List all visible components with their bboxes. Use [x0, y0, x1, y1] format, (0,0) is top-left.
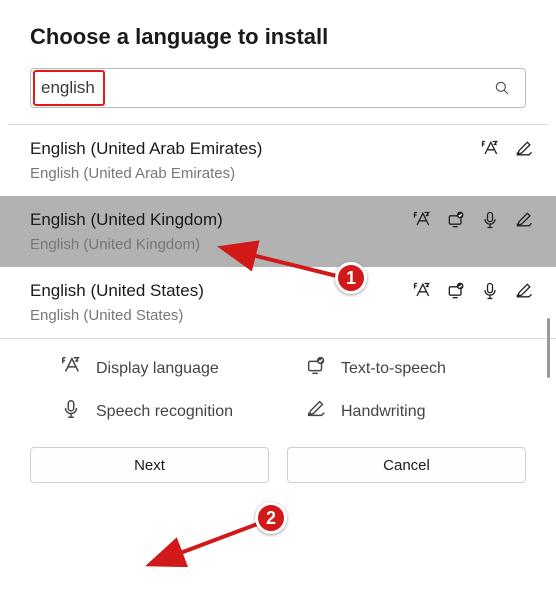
speech-recognition-icon	[480, 210, 500, 230]
display-language-icon	[412, 281, 432, 301]
text-to-speech-icon	[446, 281, 466, 301]
feature-legend: Display language Text-to-speech Speech r…	[0, 339, 556, 437]
legend-display: Display language	[60, 355, 281, 382]
item-secondary: English (United Kingdom)	[30, 236, 534, 253]
search-box[interactable]	[30, 68, 526, 108]
item-secondary: English (United Arab Emirates)	[30, 165, 534, 182]
legend-speech: Speech recognition	[60, 398, 281, 425]
handwriting-icon	[305, 398, 327, 425]
display-language-icon	[412, 210, 432, 230]
search-icon	[479, 79, 525, 97]
handwriting-icon	[514, 210, 534, 230]
legend-handwriting: Handwriting	[305, 398, 526, 425]
display-language-icon	[480, 139, 500, 159]
legend-label: Display language	[96, 360, 219, 378]
text-to-speech-icon	[305, 355, 327, 382]
item-primary: English (United States)	[30, 281, 412, 301]
list-item[interactable]: English (United Kingdom) English (United…	[0, 196, 556, 267]
language-list: English (United Arab Emirates) English (…	[0, 125, 556, 339]
legend-label: Text-to-speech	[341, 360, 446, 378]
handwriting-icon	[514, 139, 534, 159]
next-button[interactable]: Next	[30, 447, 269, 483]
item-features	[412, 281, 534, 301]
search-input[interactable]	[31, 72, 479, 104]
cancel-button[interactable]: Cancel	[287, 447, 526, 483]
text-to-speech-icon	[446, 210, 466, 230]
legend-label: Speech recognition	[96, 403, 233, 421]
handwriting-icon	[514, 281, 534, 301]
list-item[interactable]: English (United Arab Emirates) English (…	[0, 125, 556, 196]
list-item[interactable]: English (United States) English (United …	[0, 267, 556, 338]
item-primary: English (United Kingdom)	[30, 210, 412, 230]
annotation-badge-2: 2	[255, 502, 287, 534]
item-primary: English (United Arab Emirates)	[30, 139, 480, 159]
item-features	[480, 139, 534, 159]
legend-label: Handwriting	[341, 403, 425, 421]
speech-recognition-icon	[60, 398, 82, 425]
page-title: Choose a language to install	[30, 24, 526, 50]
scrollbar[interactable]	[547, 318, 550, 378]
header: Choose a language to install	[0, 0, 556, 62]
speech-recognition-icon	[480, 281, 500, 301]
display-language-icon	[60, 355, 82, 382]
search-container	[0, 62, 556, 120]
legend-tts: Text-to-speech	[305, 355, 526, 382]
item-secondary: English (United States)	[30, 307, 534, 324]
dialog-buttons: Next Cancel	[0, 437, 556, 503]
item-features	[412, 210, 534, 230]
